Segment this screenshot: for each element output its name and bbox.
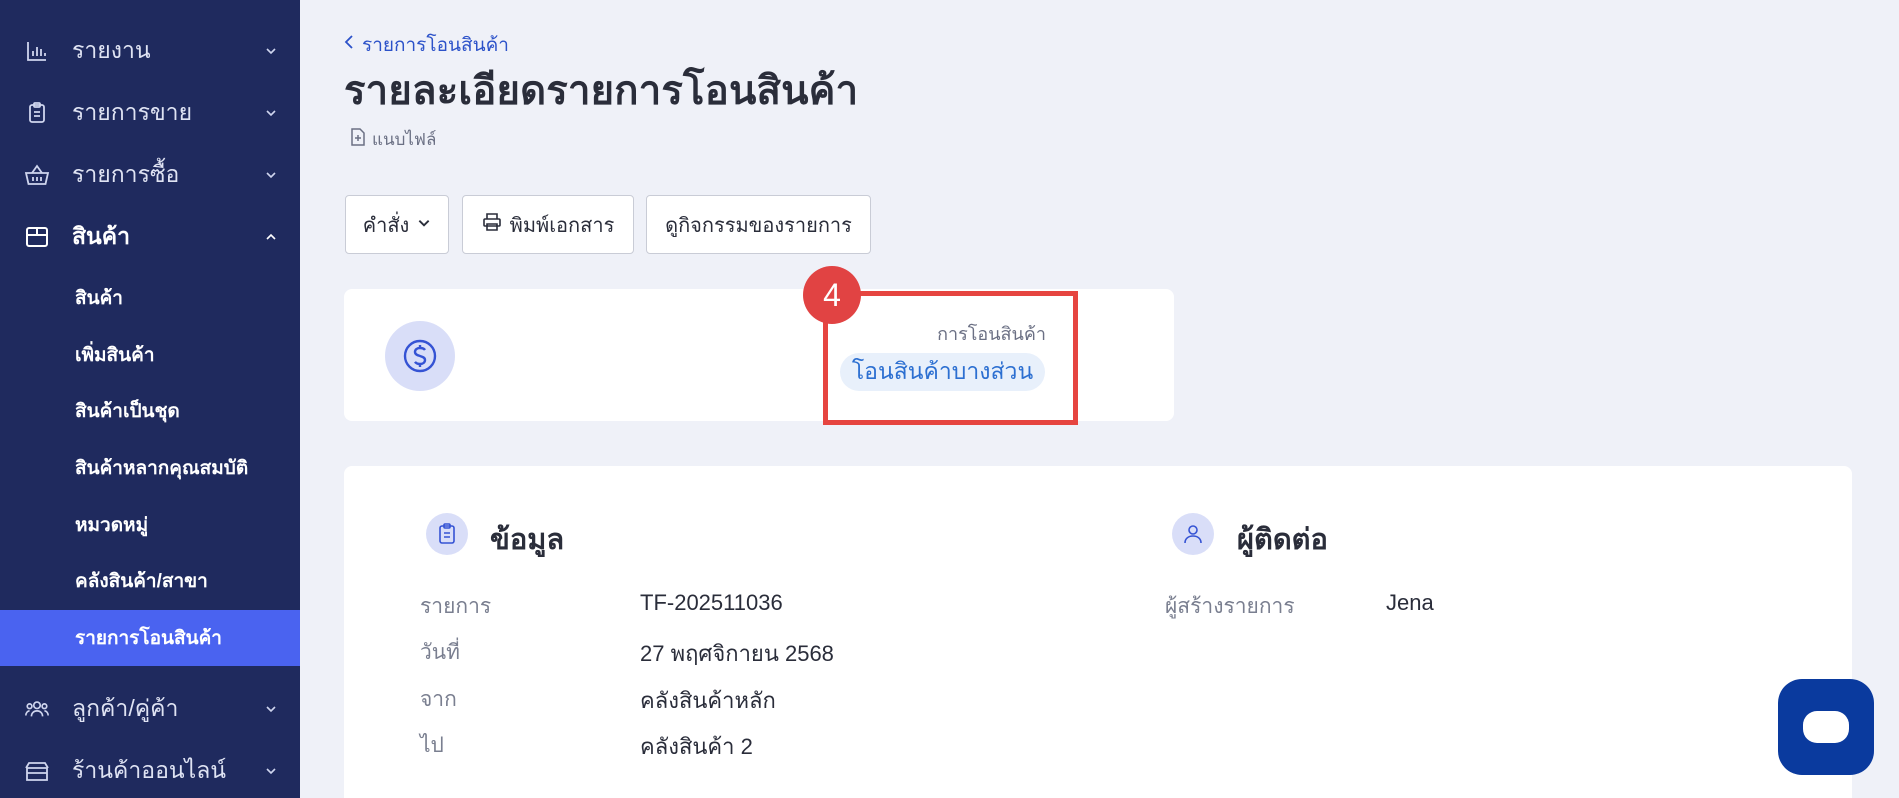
command-label: คำสั่ง: [362, 214, 410, 237]
sidebar-subitem-label: สินค้าเป็นชุด: [75, 401, 180, 422]
chevron-left-icon: [344, 34, 354, 56]
sidebar-item-reports[interactable]: รายงาน: [0, 21, 300, 81]
people-icon: [24, 696, 50, 722]
sidebar-subitem-transfers[interactable]: รายการโอนสินค้า: [0, 610, 300, 666]
chevron-down-icon: [264, 44, 278, 58]
sidebar-item-label: รายการซื้อ: [72, 161, 180, 187]
store-icon: [24, 758, 50, 784]
sidebar-subitem-label: คลังสินค้า/สาขา: [75, 571, 208, 592]
sidebar-item-label: สินค้า: [72, 223, 131, 249]
sidebar-subitem-categories[interactable]: หมวดหมู่: [0, 497, 300, 553]
chat-support-button[interactable]: [1778, 679, 1874, 775]
sidebar-item-products[interactable]: สินค้า: [0, 207, 300, 267]
contact-value-creator: Jena: [1386, 590, 1434, 615]
chat-bubble-icon: [1803, 711, 1849, 743]
chevron-up-icon: [264, 230, 278, 244]
contact-label-creator: ผู้สร้างรายการ: [1165, 595, 1295, 618]
basket-icon: [24, 162, 50, 188]
print-label: พิมพ์เอกสาร: [509, 214, 615, 237]
attach-file-label: แนบไฟล์: [372, 130, 437, 149]
transfer-status-label: การโอนสินค้า: [937, 324, 1046, 344]
print-document-button[interactable]: พิมพ์เอกสาร: [462, 195, 634, 254]
sidebar-subitem-warehouses[interactable]: คลังสินค้า/สาขา: [0, 553, 300, 609]
chevron-down-icon: [264, 106, 278, 120]
info-value-to: คลังสินค้า 2: [640, 734, 753, 759]
sidebar-item-sales[interactable]: รายการขาย: [0, 83, 300, 143]
dollar-icon: [385, 321, 455, 391]
info-value-date: 27 พฤศจิกายน 2568: [640, 641, 834, 666]
printer-icon: [482, 212, 502, 238]
sidebar-item-label: ลูกค้า/คู่ค้า: [72, 695, 179, 721]
sidebar-item-purchases[interactable]: รายการซื้อ: [0, 145, 300, 205]
page-title: รายละเอียดรายการโอนสินค้า: [344, 69, 859, 113]
user-icon: [1172, 513, 1214, 555]
info-card: [344, 466, 1852, 798]
sidebar-subitem-product-variants[interactable]: สินค้าหลากคุณสมบัติ: [0, 440, 300, 496]
sidebar-item-label: ร้านค้าออนไลน์: [72, 757, 227, 783]
chevron-down-icon: [264, 764, 278, 778]
sidebar-subitem-label: เพิ่มสินค้า: [75, 345, 155, 366]
info-section-title: ข้อมูล: [490, 524, 565, 556]
chevron-down-icon: [264, 702, 278, 716]
file-plus-icon: [350, 128, 366, 151]
sidebar-item-label: รายงาน: [72, 37, 151, 63]
attach-file-button[interactable]: แนบไฟล์: [350, 126, 436, 153]
sidebar-item-online-store[interactable]: ร้านค้าออนไลน์: [0, 741, 300, 798]
info-label-date: วันที่: [420, 641, 460, 664]
clipboard-icon: [426, 513, 468, 555]
info-value-from: คลังสินค้าหลัก: [640, 688, 776, 713]
info-label-document: รายการ: [420, 595, 492, 618]
bar-chart-icon: [24, 38, 50, 64]
clipboard-icon: [24, 100, 50, 126]
sidebar-subitem-label: รายการโอนสินค้า: [75, 628, 222, 649]
chevron-down-icon: [264, 168, 278, 182]
view-activity-button[interactable]: ดูกิจกรรมของรายการ: [646, 195, 871, 254]
box-icon: [24, 224, 50, 250]
sidebar: รายงาน รายการขาย รายการซื้อ สินค้า สินค้…: [0, 0, 300, 798]
sidebar-subitem-products[interactable]: สินค้า: [0, 270, 300, 326]
sidebar-subitem-product-bundles[interactable]: สินค้าเป็นชุด: [0, 383, 300, 439]
breadcrumb-label: รายการโอนสินค้า: [362, 35, 509, 56]
activity-label: ดูกิจกรรมของรายการ: [665, 214, 852, 237]
sidebar-subitem-label: สินค้า: [75, 288, 123, 309]
info-label-from: จาก: [420, 688, 457, 711]
sidebar-item-customers[interactable]: ลูกค้า/คู่ค้า: [0, 679, 300, 739]
sidebar-subitem-label: หมวดหมู่: [75, 515, 149, 536]
chevron-down-icon: [417, 213, 431, 236]
info-value-document: TF-202511036: [640, 590, 783, 615]
transfer-status-badge: โอนสินค้าบางส่วน: [840, 353, 1045, 391]
command-dropdown-button[interactable]: คำสั่ง: [345, 195, 449, 254]
sidebar-subitem-label: สินค้าหลากคุณสมบัติ: [75, 458, 249, 479]
contact-section-title: ผู้ติดต่อ: [1237, 524, 1328, 556]
step-number-badge: 4: [803, 266, 861, 324]
breadcrumb[interactable]: รายการโอนสินค้า: [344, 30, 509, 60]
sidebar-subitem-add-product[interactable]: เพิ่มสินค้า: [0, 327, 300, 383]
info-label-to: ไป: [420, 734, 444, 757]
sidebar-item-label: รายการขาย: [72, 99, 193, 125]
